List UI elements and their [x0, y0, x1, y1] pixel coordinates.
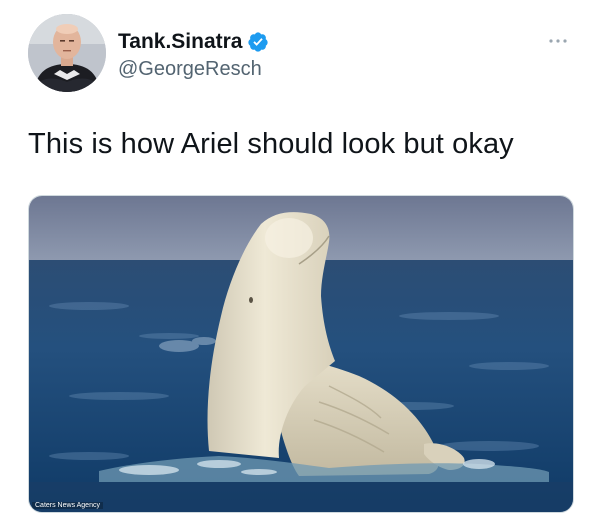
media-watermark: Caters News Agency [32, 502, 103, 509]
tweet-text: This is how Ariel should look but okay [28, 128, 514, 160]
avatar-photo [28, 14, 106, 92]
author-name-row: Tank.Sinatra [118, 30, 269, 54]
tweet-media-photo[interactable]: Caters News Agency [28, 195, 574, 513]
tweet-card: Tank.Sinatra @GeorgeResch This is how Ar… [0, 0, 600, 524]
author-handle[interactable]: @GeorgeResch [118, 58, 262, 81]
author-display-name[interactable]: Tank.Sinatra [118, 30, 242, 54]
more-options-icon[interactable] [546, 34, 570, 46]
beluga-whale-photo [29, 196, 573, 512]
verified-badge-icon [247, 31, 269, 53]
avatar[interactable] [28, 14, 106, 92]
